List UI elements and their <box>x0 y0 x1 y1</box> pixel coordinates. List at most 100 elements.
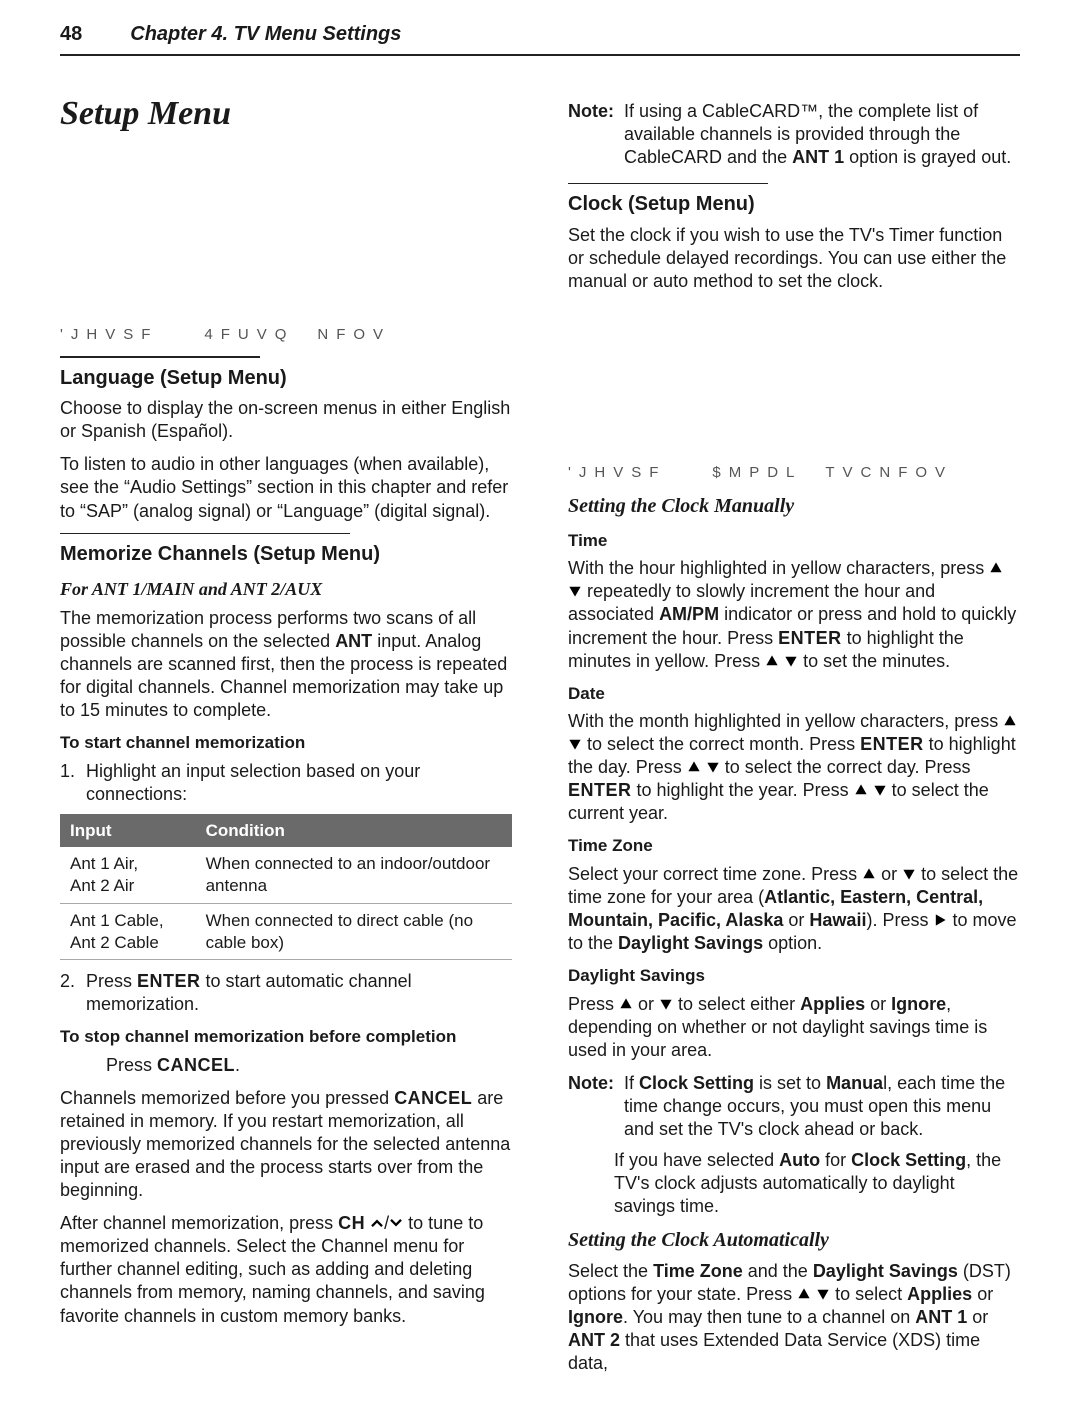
text: to select either <box>673 994 800 1014</box>
arrow-down-icon <box>706 760 720 774</box>
memorize-tune: After channel memorization, press CH / t… <box>60 1212 512 1327</box>
divider <box>60 533 350 535</box>
figure-caption-clock: 'JHVSF $MPDL TVCNFOV <box>568 463 1020 482</box>
ant2-label: ANT 2 <box>568 1330 620 1350</box>
arrow-up-icon <box>989 561 1003 575</box>
memorization-steps: Highlight an input selection based on yo… <box>80 760 512 806</box>
text: or <box>967 1307 988 1327</box>
text: to set the minutes. <box>798 651 950 671</box>
divider <box>60 356 260 358</box>
text: or <box>865 994 891 1014</box>
manual-clock-heading: Setting the Clock Manually <box>568 494 1020 520</box>
page: 48 Chapter 4. TV Menu Settings Setup Men… <box>0 0 1080 1425</box>
text: . You may then tune to a channel on <box>623 1307 915 1327</box>
text: . <box>235 1055 240 1075</box>
ant-label: ANT <box>335 631 372 651</box>
arrow-up-icon <box>765 654 779 668</box>
text: If you have selected <box>614 1150 779 1170</box>
memorize-after-cancel: Channels memorized before you pressed CA… <box>60 1087 512 1202</box>
page-number: 48 <box>60 22 82 48</box>
text: for <box>820 1150 851 1170</box>
left-column: Setup Menu 'JHVSF 4FUVQ NFOV Language (S… <box>60 92 512 1386</box>
language-heading: Language (Setup Menu) <box>60 366 512 392</box>
table-header-row: Input Condition <box>60 814 512 848</box>
clock-setting-label: Clock Setting <box>851 1150 966 1170</box>
list-item: Highlight an input selection based on yo… <box>80 760 512 806</box>
text: option is grayed out. <box>844 147 1011 167</box>
text: Select your correct time zone. Press <box>568 864 862 884</box>
note-label: Note: <box>568 1072 614 1141</box>
text: Press <box>568 994 619 1014</box>
manual-label: Manua <box>826 1073 883 1093</box>
table-row: Ant 1 Air, Ant 2 Air When connected to a… <box>60 847 512 903</box>
ant1-label: ANT 1 <box>792 147 844 167</box>
arrow-down-icon <box>816 1287 830 1301</box>
enter-key: ENTER <box>860 734 924 754</box>
text: or <box>876 864 902 884</box>
start-memorization-heading: To start channel memorization <box>60 732 512 754</box>
text: If <box>624 1073 639 1093</box>
th-input: Input <box>60 814 196 848</box>
th-condition: Condition <box>196 814 512 848</box>
input-condition-table: Input Condition Ant 1 Air, Ant 2 Air Whe… <box>60 814 512 961</box>
auto-label: Auto <box>779 1150 820 1170</box>
cell-input: Ant 1 Cable, Ant 2 Cable <box>60 903 196 960</box>
dst-label: Daylight Savings <box>813 1261 958 1281</box>
applies-label: Applies <box>800 994 865 1014</box>
arrow-down-icon <box>873 783 887 797</box>
time-heading: Time <box>568 530 1020 552</box>
timezone-heading: Time Zone <box>568 835 1020 857</box>
arrow-up-icon <box>862 867 876 881</box>
tz-hawaii: Hawaii <box>809 910 866 930</box>
cell-input: Ant 1 Air, Ant 2 Air <box>60 847 196 903</box>
text: that uses Extended Data Service (XDS) ti… <box>568 1330 980 1373</box>
clock-setting-label: Clock Setting <box>639 1073 754 1093</box>
note-text: If using a CableCARD™, the complete list… <box>624 100 1020 169</box>
applies-label: Applies <box>907 1284 972 1304</box>
text: Press <box>86 971 137 991</box>
memorization-steps-2: Press ENTER to start automatic channel m… <box>80 970 512 1016</box>
text: or <box>972 1284 993 1304</box>
text: to select the correct month. Press <box>582 734 860 754</box>
auto-clock-paragraph: Select the Time Zone and the Daylight Sa… <box>568 1260 1020 1375</box>
cell-condition: When connected to an indoor/outdoor ante… <box>196 847 512 903</box>
text: Select the <box>568 1261 653 1281</box>
arrow-up-icon <box>687 760 701 774</box>
arrow-down-icon <box>568 737 582 751</box>
ampm-label: AM/PM <box>659 604 719 624</box>
figure-caption-setup: 'JHVSF 4FUVQ NFOV <box>60 325 512 344</box>
text: to select <box>830 1284 907 1304</box>
note-cablecard: Note: If using a CableCARD™, the complet… <box>568 100 1020 169</box>
ant1-label: ANT 1 <box>915 1307 967 1327</box>
chevron-down-icon <box>389 1216 403 1230</box>
arrow-down-icon <box>784 654 798 668</box>
language-p2: To listen to audio in other languages (w… <box>60 453 512 522</box>
auto-clock-heading: Setting the Clock Automatically <box>568 1228 1020 1254</box>
cancel-key: CANCEL <box>157 1055 235 1075</box>
page-header: 48 Chapter 4. TV Menu Settings <box>60 22 1020 56</box>
timezone-label: Time Zone <box>653 1261 743 1281</box>
text: or <box>633 994 659 1014</box>
columns: Setup Menu 'JHVSF 4FUVQ NFOV Language (S… <box>60 92 1020 1386</box>
text: ). Press <box>866 910 933 930</box>
ignore-label: Ignore <box>568 1307 623 1327</box>
daylight-savings-paragraph: Press or to select either Applies or Ign… <box>568 993 1020 1062</box>
note-label: Note: <box>568 100 614 169</box>
text: is set to <box>754 1073 826 1093</box>
text: or <box>783 910 809 930</box>
text: and the <box>743 1261 813 1281</box>
clock-p1: Set the clock if you wish to use the TV'… <box>568 224 1020 293</box>
arrow-down-icon <box>659 997 673 1011</box>
text: Press <box>106 1055 157 1075</box>
chapter-title: Chapter 4. TV Menu Settings <box>130 22 401 48</box>
memorize-heading: Memorize Channels (Setup Menu) <box>60 542 512 568</box>
daylight-savings-heading: Daylight Savings <box>568 965 1020 987</box>
text: option. <box>763 933 822 953</box>
arrow-up-icon <box>797 1287 811 1301</box>
memorize-p1: The memorization process performs two sc… <box>60 607 512 722</box>
chevron-up-icon <box>370 1216 384 1230</box>
text: After channel memorization, press <box>60 1213 338 1233</box>
note-auto-text: If you have selected Auto for Clock Sett… <box>614 1149 1020 1218</box>
arrow-up-icon <box>1003 714 1017 728</box>
dst-label: Daylight Savings <box>618 933 763 953</box>
